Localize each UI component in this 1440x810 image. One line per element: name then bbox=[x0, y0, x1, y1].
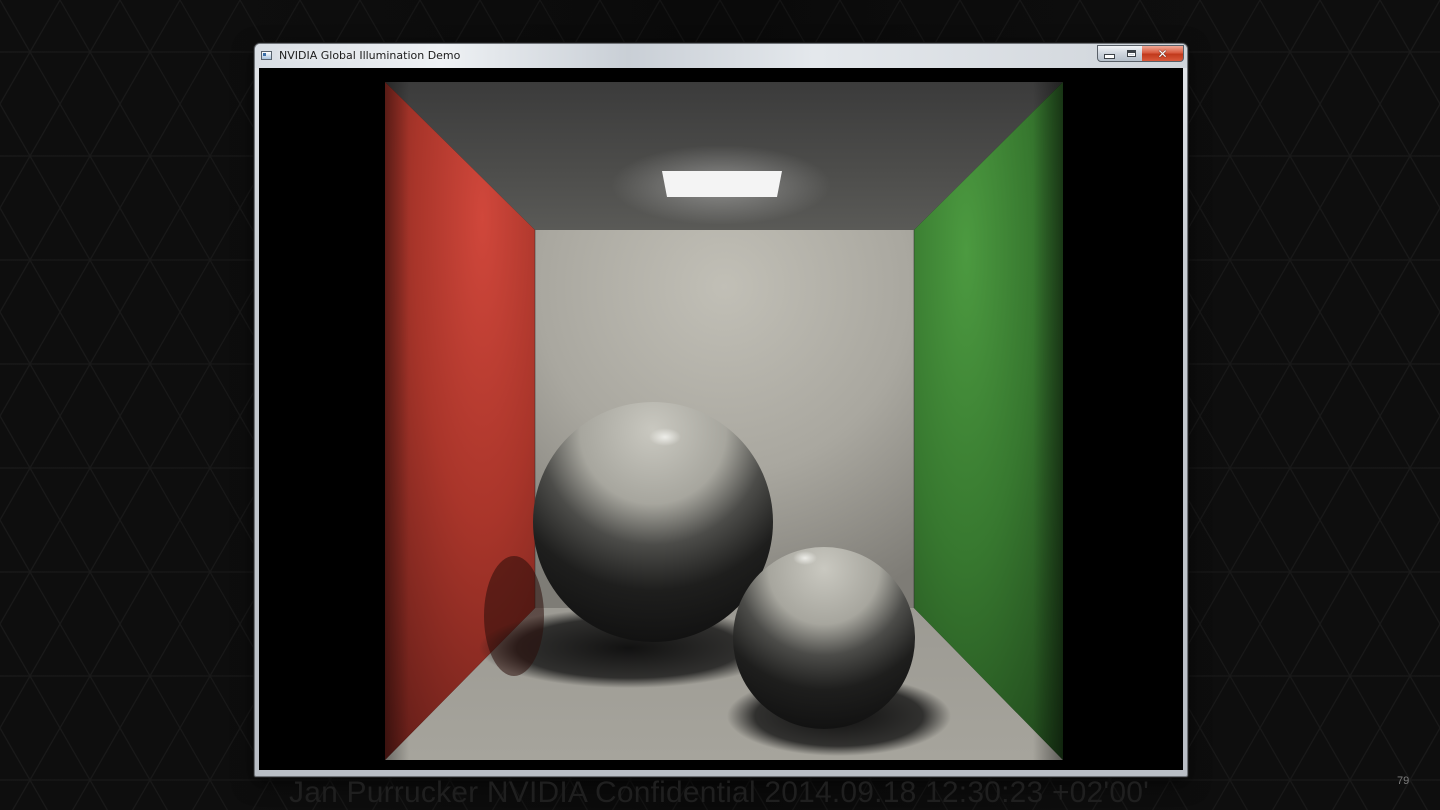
slide-page-number: 79 bbox=[1397, 775, 1410, 787]
app-window[interactable]: NVIDIA Global Illumination Demo ✕ bbox=[254, 43, 1188, 777]
render-viewport[interactable] bbox=[259, 68, 1183, 770]
confidential-footer: Jan Purrucker NVIDIA Confidential 2014.0… bbox=[289, 776, 1150, 809]
title-bar[interactable]: NVIDIA Global Illumination Demo ✕ bbox=[255, 44, 1187, 68]
close-icon: ✕ bbox=[1157, 46, 1168, 61]
small-sphere bbox=[733, 547, 915, 729]
cornell-box-render bbox=[259, 68, 1183, 770]
minimize-icon bbox=[1103, 54, 1115, 59]
slide-canvas: NVIDIA Global Illumination Demo ✕ Jan Pu… bbox=[0, 0, 1440, 810]
maximize-button[interactable] bbox=[1120, 45, 1143, 62]
close-button[interactable]: ✕ bbox=[1142, 45, 1184, 62]
app-window-icon[interactable] bbox=[261, 51, 272, 60]
ceiling-light bbox=[662, 171, 782, 197]
window-title: NVIDIA Global Illumination Demo bbox=[279, 49, 461, 62]
maximize-icon bbox=[1126, 50, 1136, 57]
minimize-button[interactable] bbox=[1097, 45, 1121, 62]
